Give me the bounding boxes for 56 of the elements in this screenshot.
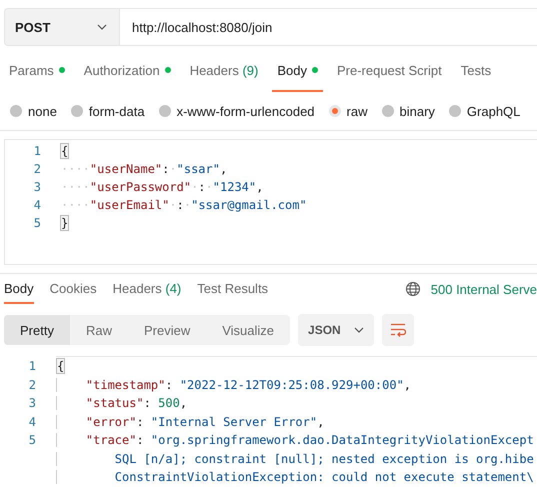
view-mode-button[interactable]: Pretty	[4, 315, 70, 345]
view-mode-button[interactable]: Preview	[128, 315, 206, 345]
body-type-option[interactable]: form-data	[70, 104, 145, 118]
code-line: ····"userEmail"·:·"ssar@gmail.com"	[60, 198, 307, 212]
format-dropdown[interactable]: JSON	[298, 314, 374, 346]
radio-button[interactable]	[382, 105, 394, 117]
code-line: "trace": "org.springframework.dao.DataIntegrityViolationExcept	[56, 433, 534, 448]
response-tab[interactable]: Cookies	[50, 274, 97, 304]
response-tab[interactable]: Test Results	[197, 274, 268, 304]
radio-button[interactable]	[158, 105, 171, 117]
body-type-option[interactable]: x-www-form-urlencoded	[158, 104, 315, 118]
chevron-down-icon	[97, 24, 107, 30]
request-tab[interactable]: Body	[272, 50, 323, 92]
wrap-lines-button[interactable]	[382, 314, 414, 346]
code-line: ConstraintViolationException: could not execute statement\	[56, 470, 534, 484]
view-mode-button[interactable]: Raw	[70, 315, 128, 345]
wrap-lines-icon	[390, 323, 406, 337]
code-line: "status": 500,	[56, 396, 188, 410]
line-number: 4	[32, 198, 41, 212]
view-mode-button[interactable]: Visualize	[206, 315, 290, 345]
radio-button[interactable]	[328, 105, 341, 117]
body-type-option[interactable]: binary	[382, 104, 435, 118]
chevron-down-icon	[354, 327, 364, 333]
radio-button[interactable]	[448, 105, 461, 117]
code-line: "error": "Internal Server Error",	[56, 414, 324, 429]
code-line: ····"userPassword"·:·"1234",	[60, 180, 264, 194]
line-number: 2	[28, 378, 36, 392]
request-tab[interactable]: Headers (9)	[184, 50, 264, 92]
code-line: ····"userName":·"ssar",	[60, 162, 228, 176]
status-text[interactable]: 500 Internal Serve	[430, 282, 537, 296]
line-number: 5	[32, 216, 41, 230]
url-field[interactable]: http://localhost:8080/join	[120, 8, 537, 46]
line-number: 1	[28, 359, 36, 374]
response-tab[interactable]: Body	[4, 274, 34, 304]
body-type-option[interactable]: raw	[328, 104, 368, 118]
line-number: 4	[28, 414, 36, 429]
globe-icon[interactable]	[404, 281, 421, 297]
line-number: 5	[28, 433, 36, 448]
line-number: 2	[32, 162, 41, 176]
line-number: 3	[32, 180, 41, 194]
radio-button[interactable]	[10, 105, 22, 117]
line-number: 3	[28, 396, 36, 410]
request-tab[interactable]: Pre-request Script	[332, 50, 447, 92]
body-type-option[interactable]: none	[10, 104, 57, 118]
request-tab[interactable]: Params	[4, 50, 70, 92]
code-line: SQL [n/a]; constraint [null]; nested exception is org.hibe	[56, 452, 534, 466]
method-dropdown[interactable]: POST	[4, 8, 120, 46]
request-tab[interactable]: Authorization	[78, 50, 176, 92]
code-line: "timestamp": "2022-12-12T09:25:08.929+00:00",	[56, 378, 412, 392]
code-editor[interactable]: 1 { 2 ····"userName":·"ssar", 3 ····"userPassword"·:·"1234", 4 ····"userEmail"·:·"ssar@gmail.com" 5 }	[4, 139, 537, 265]
radio-button[interactable]	[70, 105, 83, 117]
response-tab[interactable]: Headers (4)	[112, 274, 182, 304]
code-line: {	[56, 359, 64, 374]
request-tab[interactable]: Tests	[456, 50, 496, 92]
line-number: 1	[32, 144, 41, 158]
body-type-option[interactable]: GraphQL	[448, 104, 520, 118]
